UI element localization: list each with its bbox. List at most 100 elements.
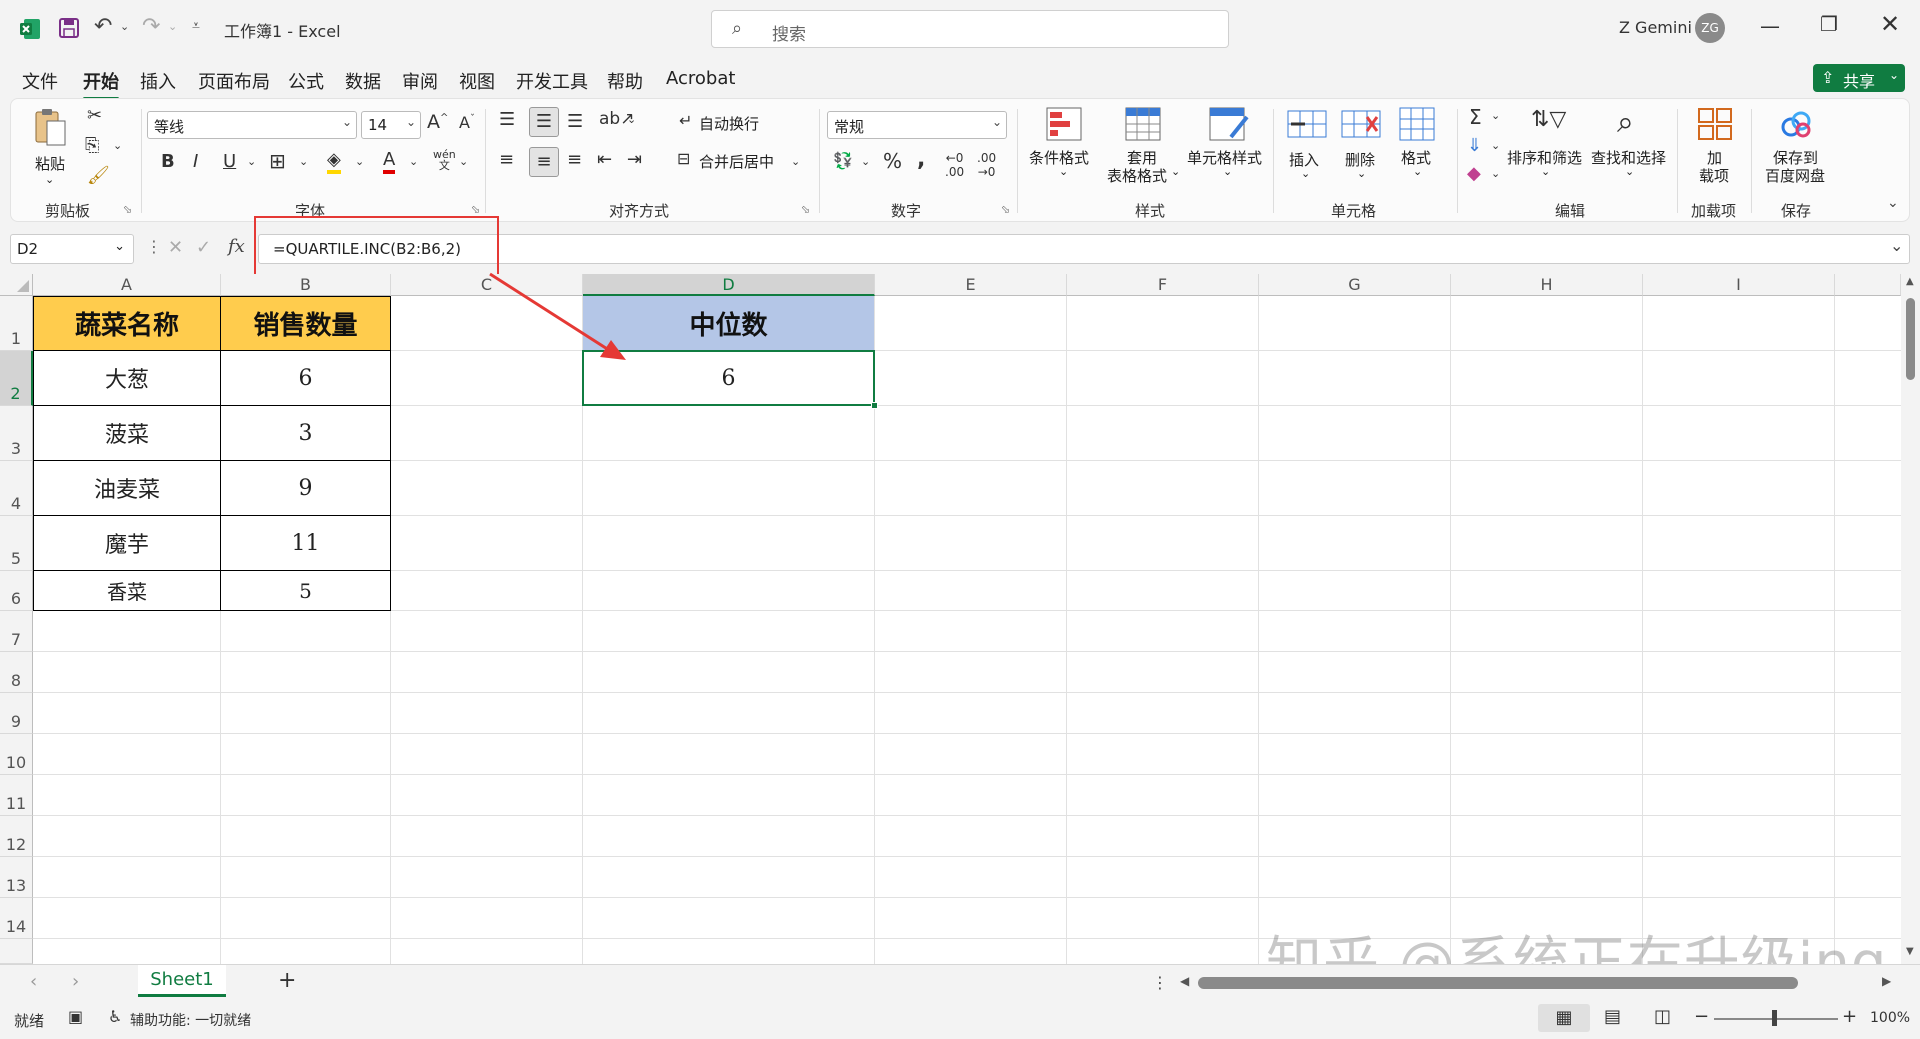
row-header-9[interactable]: 9 xyxy=(0,693,33,734)
more-options-icon[interactable]: ⋮ xyxy=(146,237,162,256)
align-center-icon[interactable]: ≡ xyxy=(529,147,559,177)
row-header-6[interactable]: 6 xyxy=(0,571,33,611)
cell-a4[interactable]: 油麦菜 xyxy=(33,460,221,516)
row-header-7[interactable]: 7 xyxy=(0,611,33,652)
conditional-format-button[interactable]: 条件格式 ⌄ xyxy=(1029,107,1099,187)
tab-file[interactable]: 文件 xyxy=(22,68,58,94)
bold-icon[interactable]: B xyxy=(161,151,175,172)
align-top-icon[interactable]: ☰ xyxy=(499,109,515,130)
row-header-10[interactable]: 10 xyxy=(0,734,33,775)
zoom-out-icon[interactable]: − xyxy=(1694,1006,1709,1027)
select-all-corner[interactable] xyxy=(0,274,33,296)
tab-acrobat[interactable]: Acrobat xyxy=(666,68,735,89)
zoom-level[interactable]: 100% xyxy=(1870,1010,1910,1026)
cell-a6[interactable]: 香菜 xyxy=(33,570,221,611)
add-sheet-icon[interactable]: + xyxy=(278,968,296,993)
row-header-5[interactable]: 5 xyxy=(0,516,33,571)
prev-sheet-icon[interactable]: ‹ xyxy=(30,971,37,992)
align-left-icon[interactable]: ≡ xyxy=(499,149,514,170)
page-break-view-icon[interactable]: ◫ xyxy=(1654,1006,1671,1027)
minimize-icon[interactable]: — xyxy=(1760,14,1780,38)
cell-b4[interactable]: 9 xyxy=(220,460,391,516)
decrease-decimal-icon[interactable]: .00 →0 xyxy=(977,151,996,179)
row-header-11[interactable]: 11 xyxy=(0,775,33,816)
page-layout-view-icon[interactable]: ▤ xyxy=(1604,1006,1621,1027)
alignment-launcher-icon[interactable]: ⬂ xyxy=(801,203,810,216)
row-header-8[interactable]: 8 xyxy=(0,652,33,693)
tab-formulas[interactable]: 公式 xyxy=(288,68,324,94)
macro-record-icon[interactable]: ▣ xyxy=(68,1007,83,1026)
borders-dropdown-icon[interactable]: ⌄ xyxy=(299,155,308,168)
cell-styles-button[interactable]: 单元格样式 ⌄ xyxy=(1175,107,1271,187)
merge-center-icon[interactable]: ⊟ xyxy=(677,149,690,168)
sheet-tab-sheet1[interactable]: Sheet1 xyxy=(138,965,226,997)
tab-help[interactable]: 帮助 xyxy=(607,68,643,94)
column-header-i[interactable]: I xyxy=(1643,274,1835,296)
column-header-c[interactable]: C xyxy=(391,274,583,296)
row-header-13[interactable]: 13 xyxy=(0,857,33,898)
cut-icon[interactable]: ✂ xyxy=(87,105,102,126)
normal-view-icon[interactable]: ▦ xyxy=(1538,1004,1590,1032)
format-as-table-button[interactable]: 套用 表格格式 ⌄ xyxy=(1105,107,1185,187)
decrease-font-icon[interactable]: Aˇ xyxy=(459,113,475,132)
avatar[interactable]: ZG xyxy=(1695,13,1725,43)
font-name-select[interactable]: 等线 ⌄ xyxy=(147,111,357,139)
cell-a1[interactable]: 蔬菜名称 xyxy=(33,296,221,351)
column-header-e[interactable]: E xyxy=(875,274,1067,296)
cancel-icon[interactable]: ✕ xyxy=(168,237,183,258)
sort-filter-button[interactable]: ⇅▽ 排序和筛选 ⌄ xyxy=(1507,107,1587,187)
expand-formula-icon[interactable]: ⌄ xyxy=(1890,236,1903,255)
decrease-indent-icon[interactable]: ⇤ xyxy=(597,149,612,170)
number-format-select[interactable]: 常规 ⌄ xyxy=(827,111,1007,139)
copy-dropdown-icon[interactable]: ⌄ xyxy=(113,139,122,152)
redo-icon[interactable]: ↷ xyxy=(142,14,160,39)
merge-dropdown-icon[interactable]: ⌄ xyxy=(791,155,800,168)
increase-decimal-icon[interactable]: ←0.00 xyxy=(945,151,964,179)
insert-cells-button[interactable]: 插入 ⌄ xyxy=(1281,107,1331,187)
cell-b1[interactable]: 销售数量 xyxy=(220,296,391,351)
clipboard-launcher-icon[interactable]: ⬂ xyxy=(123,203,132,216)
collapse-ribbon-icon[interactable]: ⌄ xyxy=(1887,195,1899,211)
fill-icon[interactable]: ⇓ xyxy=(1467,135,1482,156)
align-bottom-icon[interactable]: ☰ xyxy=(567,111,583,132)
cell-d1[interactable]: 中位数 xyxy=(583,296,874,350)
column-header-f[interactable]: F xyxy=(1067,274,1259,296)
scroll-right-icon[interactable]: ▶ xyxy=(1882,974,1891,988)
align-middle-icon[interactable]: ☰ xyxy=(529,107,559,137)
name-box[interactable]: D2 ⌄ xyxy=(10,234,134,264)
font-color-dropdown-icon[interactable]: ⌄ xyxy=(409,155,418,168)
borders-icon[interactable]: ⊞ xyxy=(269,149,286,173)
tab-review[interactable]: 审阅 xyxy=(402,68,438,94)
number-launcher-icon[interactable]: ⬂ xyxy=(1001,203,1010,216)
copy-icon[interactable]: ⎘ xyxy=(85,135,99,156)
paste-button[interactable]: 粘贴 ⌄ xyxy=(33,107,69,187)
cell-a2[interactable]: 大葱 xyxy=(33,350,221,406)
row-header-3[interactable]: 3 xyxy=(0,406,33,461)
cell-a5[interactable]: 魔芋 xyxy=(33,515,221,571)
tab-insert[interactable]: 插入 xyxy=(140,68,176,94)
autosum-dropdown-icon[interactable]: ⌄ xyxy=(1491,109,1500,122)
fill-color-icon[interactable]: ◈ xyxy=(327,149,341,174)
italic-icon[interactable]: I xyxy=(193,151,198,172)
addins-button[interactable]: 加 载项 xyxy=(1691,107,1739,187)
accessibility-icon[interactable]: ♿ xyxy=(108,1007,122,1026)
accessibility-status[interactable]: 辅助功能: 一切就绪 xyxy=(130,1010,251,1030)
phonetic-dropdown-icon[interactable]: ⌄ xyxy=(459,155,468,168)
clear-dropdown-icon[interactable]: ⌄ xyxy=(1491,167,1500,180)
increase-indent-icon[interactable]: ⇥ xyxy=(627,149,642,170)
column-header-h[interactable]: H xyxy=(1451,274,1643,296)
merge-center-label[interactable]: 合并后居中 xyxy=(699,151,774,172)
tab-developer[interactable]: 开发工具 xyxy=(516,68,588,94)
vertical-scroll-thumb[interactable] xyxy=(1906,298,1915,380)
restore-icon[interactable]: ❐ xyxy=(1820,12,1838,36)
font-size-select[interactable]: 14 ⌄ xyxy=(361,111,421,139)
row-header-1[interactable]: 1 xyxy=(0,296,33,351)
enter-icon[interactable]: ✓ xyxy=(196,237,211,258)
undo-icon[interactable]: ↶ xyxy=(94,14,112,39)
format-cells-button[interactable]: 格式 ⌄ xyxy=(1393,107,1443,187)
scroll-left-icon[interactable]: ◀ xyxy=(1180,974,1189,988)
fill-handle[interactable] xyxy=(871,402,878,409)
font-color-icon[interactable]: A xyxy=(383,149,396,174)
column-header-j[interactable] xyxy=(1835,274,1901,296)
row-header-2[interactable]: 2 xyxy=(0,351,33,406)
